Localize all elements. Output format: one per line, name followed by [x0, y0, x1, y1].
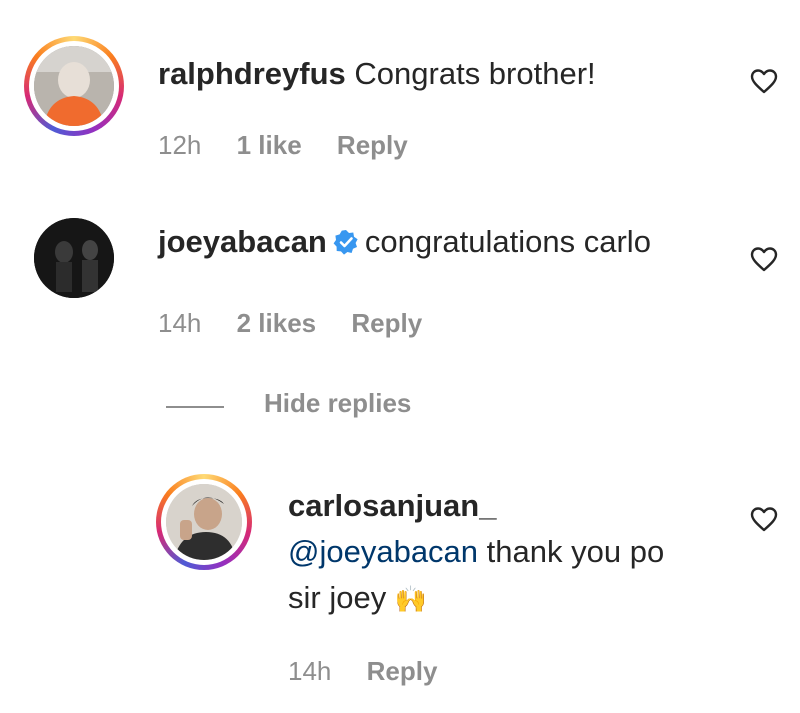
timestamp[interactable]: 14h [158, 308, 201, 338]
reply-text-line-1: @joeyabacan thank you po [288, 532, 664, 572]
reply-button[interactable]: Reply [351, 308, 422, 338]
heart-icon[interactable] [750, 68, 778, 94]
comment-meta: 12h 1 like Reply [158, 130, 436, 161]
avatar[interactable] [156, 474, 252, 570]
username[interactable]: joeyabacan [158, 224, 327, 259]
reply-button[interactable]: Reply [367, 656, 438, 686]
avatar-image [34, 46, 114, 126]
person-icon [34, 46, 114, 126]
like-count[interactable]: 2 likes [237, 308, 317, 338]
reply-carlosanjuan: carlosanjuan_ @joeyabacan thank you po s… [0, 460, 800, 713]
reply-username-line: carlosanjuan_ [288, 486, 496, 526]
username[interactable]: ralphdreyfus [158, 56, 346, 91]
comment-joeyabacan: joeyabacan congratulations carlo 14h 2 l… [0, 180, 800, 370]
avatar-image [34, 218, 114, 298]
reply-text: sir joey [288, 580, 387, 615]
username[interactable]: carlosanjuan_ [288, 488, 496, 523]
person-icon [166, 484, 242, 560]
timestamp[interactable]: 12h [158, 130, 201, 160]
heart-icon[interactable] [750, 506, 778, 532]
avatar[interactable] [34, 218, 114, 298]
heart-icon[interactable] [750, 246, 778, 272]
comment-meta: 14h 2 likes Reply [158, 308, 450, 339]
avatar[interactable] [24, 36, 124, 136]
reply-meta: 14h Reply [288, 656, 465, 687]
comment-text: Congrats brother! [354, 56, 596, 91]
comment-ralphdreyfus: ralphdreyfus Congrats brother! 12h 1 lik… [0, 0, 800, 180]
raising-hands-emoji: 🙌 [394, 584, 428, 614]
mention-link[interactable]: @joeyabacan [288, 534, 478, 569]
like-count[interactable]: 1 like [237, 130, 302, 160]
comment-text: congratulations carlo [364, 224, 651, 259]
hide-replies-button[interactable]: Hide replies [264, 388, 411, 419]
reply-button[interactable]: Reply [337, 130, 408, 160]
reply-text-line-2: sir joey 🙌 [288, 578, 427, 619]
verified-badge-icon [333, 230, 358, 255]
comment-text-line: joeyabacan congratulations carlo [158, 222, 651, 262]
avatar-image [166, 484, 242, 560]
hide-replies-divider [166, 406, 224, 408]
comment-text-line: ralphdreyfus Congrats brother! [158, 54, 596, 94]
timestamp[interactable]: 14h [288, 656, 331, 686]
reply-text: thank you po [478, 534, 665, 569]
